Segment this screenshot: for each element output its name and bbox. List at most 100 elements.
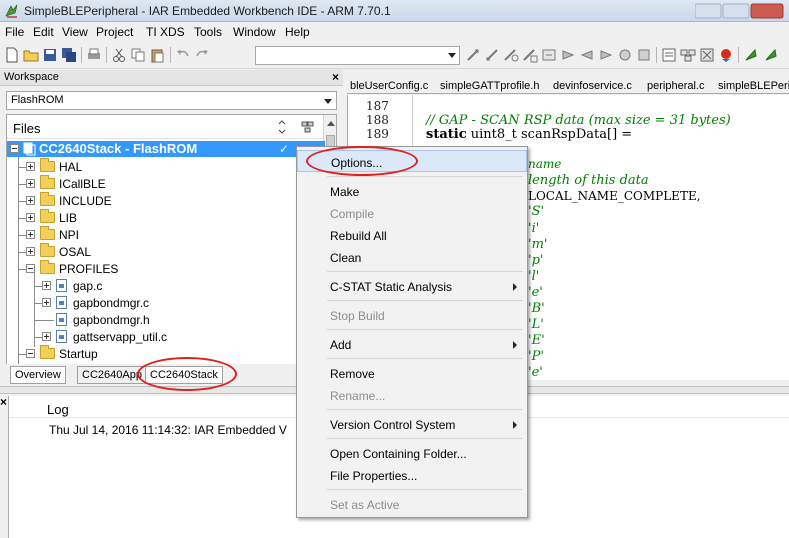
editor-tab[interactable]: peripheral.c	[647, 80, 704, 92]
chevron-down-icon[interactable]	[448, 53, 456, 58]
find-in-files-icon[interactable]	[503, 47, 519, 63]
editor-tab[interactable]: simpleGATTprofile.h	[440, 80, 539, 92]
save-icon[interactable]	[42, 47, 58, 63]
undo-icon[interactable]	[175, 47, 191, 63]
menu-window[interactable]: Window	[233, 25, 276, 39]
tree-file-gap-c[interactable]: gap.c	[7, 278, 325, 294]
find-next-icon[interactable]	[465, 47, 481, 63]
tree-project-row[interactable]: CC2640Stack - FlashROM ✓	[7, 141, 325, 157]
menu-edit[interactable]: Edit	[33, 25, 54, 39]
menu-item-make[interactable]: Make	[297, 180, 527, 202]
menu-item-rename[interactable]: Rename...	[297, 384, 527, 406]
expand-icon[interactable]	[42, 281, 51, 290]
new-file-icon[interactable]	[4, 47, 20, 63]
tree-folder-icallble[interactable]: ICallBLE	[7, 175, 325, 192]
code-comment: length of this data	[528, 173, 649, 188]
navigate-forward-icon[interactable]	[636, 47, 652, 63]
download-debug-icon[interactable]	[743, 47, 759, 63]
editor-tab[interactable]: devinfoservice.c	[553, 80, 632, 92]
expand-icon[interactable]	[42, 298, 51, 307]
goto-icon[interactable]	[541, 47, 557, 63]
tree-file-gapbondmgr-c[interactable]: gapbondmgr.c	[7, 295, 325, 311]
tree-folder-lib[interactable]: LIB	[7, 209, 325, 226]
menu-separator	[327, 271, 523, 272]
copy-icon[interactable]	[130, 47, 146, 63]
tree-folder-profiles[interactable]: PROFILES	[7, 260, 325, 277]
menu-item-compile[interactable]: Compile	[297, 202, 527, 224]
menu-ti-xds[interactable]: TI XDS	[146, 25, 185, 39]
workspace-header: Workspace ×	[0, 70, 343, 86]
open-folder-icon[interactable]	[23, 47, 39, 63]
find-prev-icon[interactable]	[484, 47, 500, 63]
menu-tools[interactable]: Tools	[194, 25, 222, 39]
expand-icon[interactable]	[26, 230, 35, 239]
tree-line	[34, 337, 42, 338]
tree-folder-include[interactable]: INCLUDE	[7, 192, 325, 209]
tree-folder-npi[interactable]: NPI	[7, 226, 325, 243]
expand-icon[interactable]	[26, 179, 35, 188]
folder-icon	[40, 260, 55, 274]
close-icon[interactable]: ×	[332, 70, 339, 84]
build-column-icon[interactable]	[301, 120, 315, 134]
menu-item-c-stat[interactable]: C-STAT Static Analysis	[297, 275, 527, 297]
window-controls[interactable]	[695, 3, 785, 19]
expand-icon[interactable]	[42, 332, 51, 341]
expand-icon[interactable]	[26, 213, 35, 222]
tree-file-gattservapp-util-c[interactable]: gattservapp_util.c	[7, 329, 325, 345]
code-char: 'E'	[528, 333, 545, 348]
toolbar-separator	[656, 47, 657, 63]
close-icon[interactable]: ×	[0, 395, 7, 409]
options-column-icon[interactable]	[277, 120, 291, 134]
expand-icon[interactable]	[26, 247, 35, 256]
expand-icon[interactable]	[26, 162, 35, 171]
chevron-down-icon[interactable]	[324, 99, 332, 104]
paste-icon[interactable]	[149, 47, 165, 63]
prev-bookmark-icon[interactable]	[579, 47, 595, 63]
menu-view[interactable]: View	[62, 25, 88, 39]
files-column-header[interactable]: Files	[13, 121, 40, 136]
toggle-bookmark-icon[interactable]	[560, 47, 576, 63]
tree-folder-osal[interactable]: OSAL	[7, 243, 325, 260]
print-icon[interactable]	[86, 47, 102, 63]
menu-item-version-control[interactable]: Version Control System	[297, 413, 527, 435]
tab-overview[interactable]: Overview	[10, 366, 66, 384]
editor-tab[interactable]: bleUserConfig.c	[350, 80, 428, 92]
menu-item-rebuild-all[interactable]: Rebuild All	[297, 224, 527, 246]
menu-item-add[interactable]: Add	[297, 333, 527, 355]
make-icon[interactable]	[680, 47, 696, 63]
tree-folder-hal[interactable]: HAL	[7, 158, 325, 175]
breakpoint-icon[interactable]	[718, 47, 734, 63]
menu-help[interactable]: Help	[285, 25, 310, 39]
replace-icon[interactable]	[522, 47, 538, 63]
tree-line	[18, 235, 26, 236]
find-combo[interactable]	[255, 46, 460, 65]
menu-item-set-as-active[interactable]: Set as Active	[297, 493, 527, 515]
folder-icon	[40, 175, 55, 189]
collapse-icon[interactable]	[10, 144, 19, 153]
scroll-up-icon[interactable]	[327, 121, 335, 126]
menu-item-stop-build[interactable]: Stop Build	[297, 304, 527, 326]
configuration-select[interactable]: FlashROM	[6, 91, 337, 110]
debug-without-download-icon[interactable]	[763, 47, 779, 63]
redo-icon[interactable]	[194, 47, 210, 63]
tree-file-gapbondmgr-h[interactable]: gapbondmgr.h	[7, 312, 325, 328]
stop-build-icon[interactable]	[699, 47, 715, 63]
collapse-icon[interactable]	[26, 264, 35, 273]
log-entry[interactable]: Thu Jul 14, 2016 11:14:32: IAR Embedded …	[49, 423, 287, 437]
collapse-icon[interactable]	[26, 349, 35, 358]
cut-icon[interactable]	[111, 47, 127, 63]
menu-item-open-containing-folder[interactable]: Open Containing Folder...	[297, 442, 527, 464]
navigate-back-icon[interactable]	[617, 47, 633, 63]
menu-file[interactable]: File	[5, 25, 24, 39]
menu-item-remove[interactable]: Remove	[297, 362, 527, 384]
tree-line	[18, 354, 26, 355]
log-column-header[interactable]: Log	[47, 402, 69, 417]
save-all-icon[interactable]	[61, 47, 77, 63]
next-bookmark-icon[interactable]	[598, 47, 614, 63]
expand-icon[interactable]	[26, 196, 35, 205]
compile-icon[interactable]	[661, 47, 677, 63]
editor-tab[interactable]: simpleBLEPeripheral.c	[718, 80, 789, 92]
menu-item-clean[interactable]: Clean	[297, 246, 527, 268]
menu-project[interactable]: Project	[96, 25, 133, 39]
menu-item-file-properties[interactable]: File Properties...	[297, 464, 527, 486]
